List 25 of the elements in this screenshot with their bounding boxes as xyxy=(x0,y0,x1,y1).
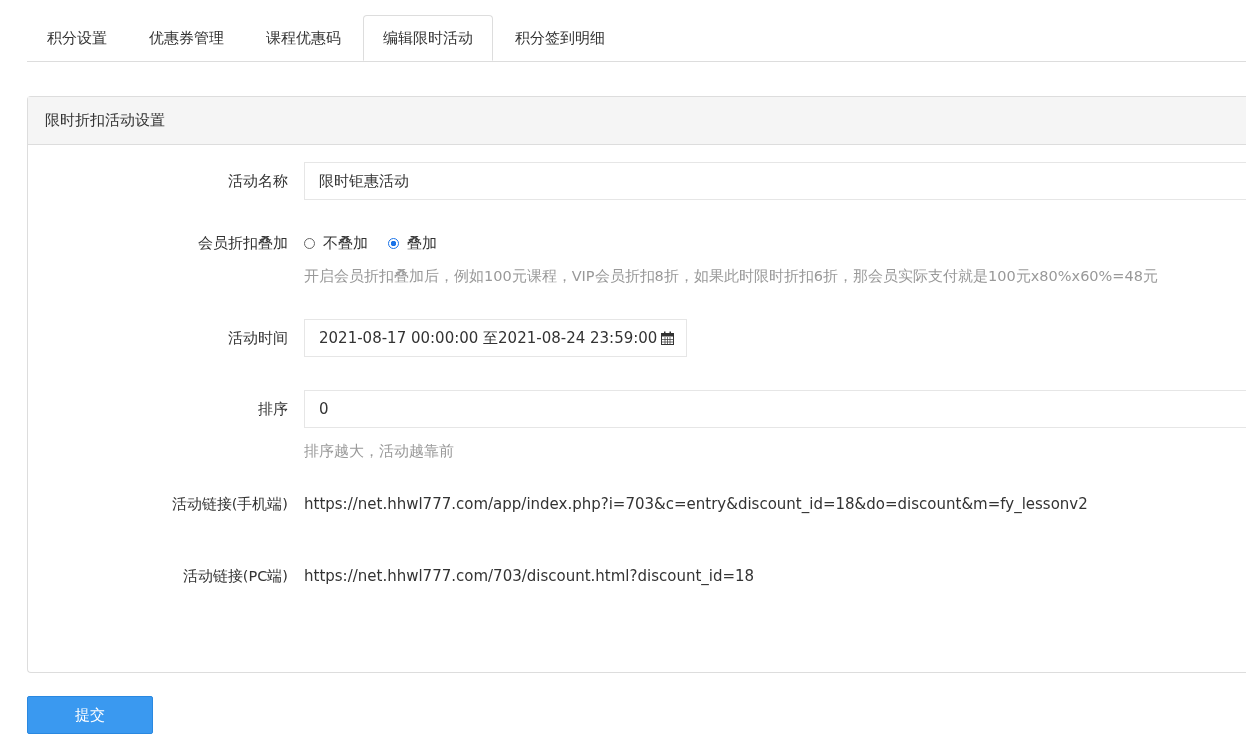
radio-option[interactable]: 不叠加 xyxy=(304,233,368,253)
field-label: 排序 xyxy=(257,400,289,419)
date-range-field[interactable]: 2021-08-17 00:00:00 至2021-08-24 23:59:00 xyxy=(304,319,688,357)
help-text: 开启会员折扣叠加后，例如100元课程，VIP会员折扣8折，如果此时限时折扣6折，那会员实际支付就是100元x80%x60%=48元 xyxy=(304,267,1159,286)
radio-option[interactable]: 叠加 xyxy=(388,233,437,253)
input-field[interactable]: 0 xyxy=(304,390,1246,428)
tab[interactable]: 积分签到明细 xyxy=(495,15,625,61)
field-label: 活动时间 xyxy=(227,329,289,348)
input-field[interactable]: 限时钜惠活动 xyxy=(304,162,1246,200)
link-text: https://net.hhwl777.com/app/index.php?i=703&c=entry&discount_id=18&do=discount&m=fy_lessonv2 xyxy=(304,494,1089,514)
radio-label: 叠加 xyxy=(407,233,437,253)
tab[interactable]: 课程优惠码 xyxy=(246,15,361,61)
field-label: 会员折扣叠加 xyxy=(197,234,289,253)
panel-title: 限时折扣活动设置 xyxy=(45,111,165,129)
field-label: 活动链接(PC端) xyxy=(181,567,289,586)
field-label: 活动名称 xyxy=(227,172,289,191)
field-label: 活动链接(手机端) xyxy=(170,495,289,514)
link-text: https://net.hhwl777.com/703/discount.html?discount_id=18 xyxy=(304,566,756,586)
calendar-icon xyxy=(661,331,675,345)
radio-label: 不叠加 xyxy=(323,233,368,253)
radio-button[interactable] xyxy=(388,237,399,249)
tab[interactable]: 优惠券管理 xyxy=(129,15,244,61)
help-text: 排序越大，活动越靠前 xyxy=(304,442,455,461)
tab[interactable]: 积分设置 xyxy=(27,15,127,61)
tab[interactable]: 编辑限时活动 xyxy=(363,15,493,61)
